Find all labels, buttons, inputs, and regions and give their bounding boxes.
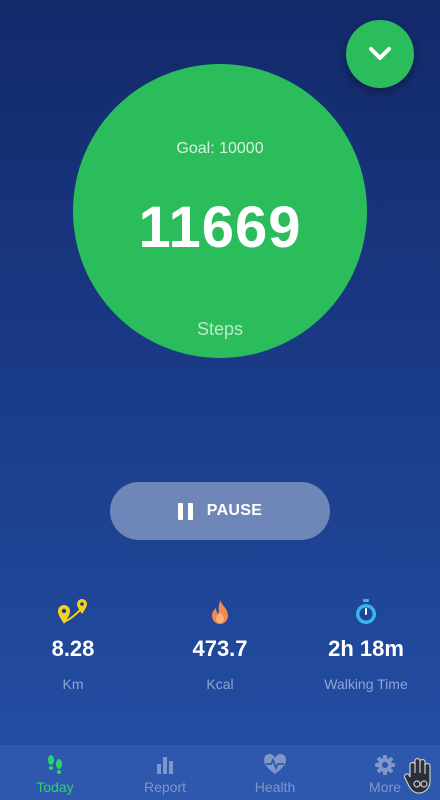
collapse-button[interactable] (346, 20, 414, 88)
nav-item-report[interactable]: Report (110, 745, 220, 800)
hand-icon (403, 757, 431, 794)
heart-pulse-icon (263, 754, 287, 774)
stopwatch-icon (356, 599, 376, 624)
nav-label-health: Health (254, 779, 296, 795)
stat-distance: 8.28 Km (0, 596, 146, 692)
step-counter-circle: Goal: 10000 11669 Steps (73, 64, 367, 358)
floating-assistant-badge[interactable] (402, 755, 438, 795)
calories-unit: Kcal (206, 676, 234, 692)
flame-icon (212, 600, 228, 624)
walking-time-value: 2h 18m (328, 636, 404, 661)
steps-label: Steps (196, 319, 244, 339)
route-icon (58, 599, 87, 624)
pause-icon (177, 502, 193, 520)
bar-chart-icon (157, 757, 173, 774)
footprints-icon (48, 755, 62, 774)
bottom-navigation: Today Report Health More (0, 745, 440, 800)
chevron-down-icon (369, 47, 391, 60)
distance-unit: Km (62, 676, 84, 692)
calories-value: 473.7 (192, 636, 248, 661)
stat-calories: 473.7 Kcal (147, 596, 293, 692)
stat-walking-time: 2h 18m Walking Time (293, 596, 439, 692)
steps-count: 11669 (138, 195, 302, 260)
nav-item-today[interactable]: Today (0, 745, 110, 800)
nav-label-today: Today (36, 779, 74, 795)
gear-icon (375, 755, 395, 775)
walking-time-unit: Walking Time (324, 676, 408, 692)
pause-button[interactable]: PAUSE (110, 482, 330, 540)
nav-label-report: Report (143, 779, 187, 795)
goal-text: Goal: 10000 (176, 140, 264, 157)
pause-label: PAUSE (206, 502, 263, 519)
nav-label-more: More (369, 779, 401, 795)
nav-item-health[interactable]: Health (220, 745, 330, 800)
distance-value: 8.28 (51, 636, 95, 661)
